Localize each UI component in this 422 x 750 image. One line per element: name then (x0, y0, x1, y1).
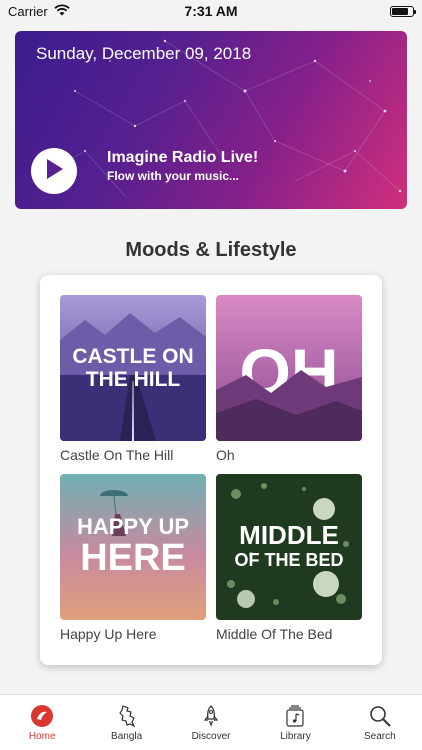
tab-bar: Home Bangla Discover Library Search (0, 694, 422, 750)
play-button[interactable] (31, 148, 77, 194)
artwork-line-1: MIDDLE (239, 520, 339, 550)
tab-label: Bangla (111, 731, 143, 742)
tab-label: Home (28, 731, 56, 742)
playlist-tile-middle-of-the-bed[interactable]: MIDDLE OF THE BED Middle Of The Bed (216, 474, 362, 642)
playlist-tile-oh[interactable]: OH Oh (216, 295, 362, 463)
playlist-title: Oh (216, 447, 235, 463)
playlist-title: Middle Of The Bed (216, 626, 333, 642)
tab-discover[interactable]: Discover (169, 695, 253, 750)
carrier-label: Carrier (8, 3, 48, 19)
artwork-line-2: HERE (80, 537, 186, 579)
artwork-line-1: HAPPY UP (77, 514, 189, 539)
artwork-line-2: THE HILL (86, 368, 181, 391)
battery-level (392, 7, 408, 15)
playlist-title: Castle On The Hill (60, 447, 174, 463)
playlist-artwork: OH (216, 295, 362, 441)
playlist-tile-happy-up-here[interactable]: HAPPY UP HERE Happy Up Here (60, 474, 206, 642)
bangladesh-map-icon (114, 703, 140, 729)
playlist-artwork: HAPPY UP HERE (60, 474, 206, 620)
playlist-grid-card: CASTLE ON THE HILL Castle On The Hill OH… (40, 275, 382, 665)
radio-banner[interactable]: Sunday, December 09, 2018 Imagine Radio … (15, 31, 407, 209)
tab-bangla[interactable]: Bangla (84, 695, 168, 750)
play-icon (44, 158, 64, 185)
banner-date: Sunday, December 09, 2018 (36, 44, 252, 63)
wifi-icon (54, 3, 70, 19)
playlist-artwork: MIDDLE OF THE BED (216, 474, 362, 620)
tab-library[interactable]: Library (253, 695, 337, 750)
music-library-icon (282, 703, 308, 729)
artwork-line-2: OF THE BED (234, 550, 343, 570)
banner-title: Imagine Radio Live! (107, 149, 259, 166)
tab-search[interactable]: Search (338, 695, 422, 750)
rocket-icon (198, 703, 224, 729)
playlist-tile-castle-on-the-hill[interactable]: CASTLE ON THE HILL Castle On The Hill (60, 295, 206, 463)
status-left: Carrier (8, 4, 70, 19)
artwork-line-1: CASTLE ON (72, 345, 193, 368)
tab-home[interactable]: Home (0, 695, 84, 750)
search-icon (367, 703, 393, 729)
status-bar: Carrier 7:31 AM (0, 0, 422, 22)
battery-icon (390, 5, 416, 17)
home-icon (29, 703, 55, 729)
tab-label: Library (280, 731, 311, 742)
tab-label: Search (363, 731, 396, 742)
banner-subtitle: Flow with your music... (107, 169, 240, 183)
playlist-title: Happy Up Here (60, 626, 157, 642)
section-title: Moods & Lifestyle (125, 239, 297, 261)
tab-label: Discover (191, 731, 231, 742)
playlist-artwork: CASTLE ON THE HILL (60, 295, 206, 441)
